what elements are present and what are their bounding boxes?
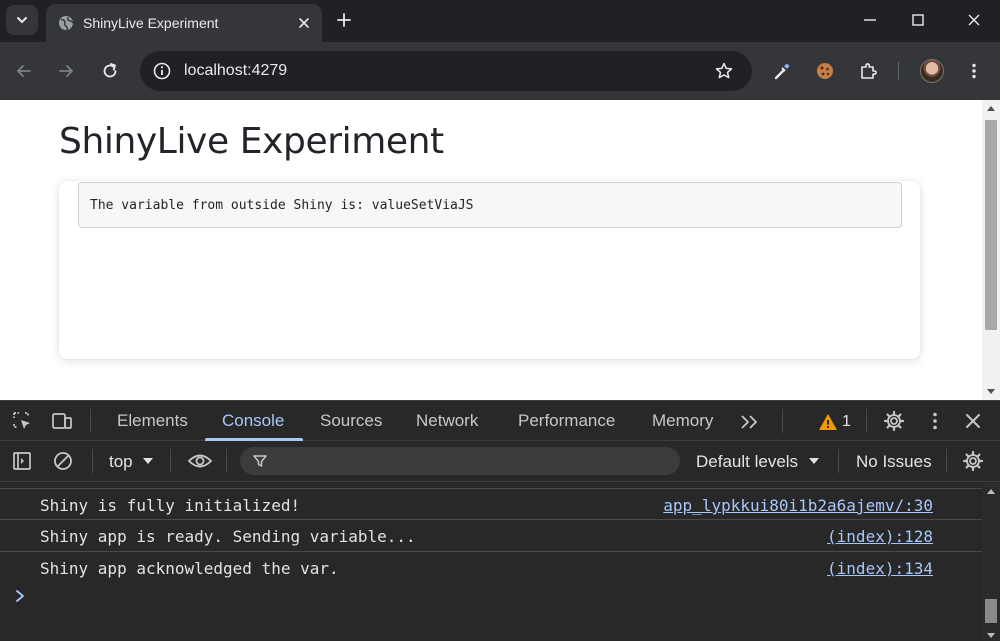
scroll-down-arrow-icon[interactable] — [987, 633, 995, 638]
device-toolbar-icon[interactable] — [51, 410, 73, 432]
console-message-source-link[interactable]: (index):134 — [827, 559, 933, 579]
filterbar-divider — [226, 449, 227, 473]
console-message-text: Shiny app is ready. Sending variable... — [40, 527, 416, 546]
devtools-divider — [782, 409, 783, 433]
console-message-text: Shiny app acknowledged the var. — [40, 559, 339, 578]
scrollbar-thumb[interactable] — [985, 599, 997, 623]
console-message: Shiny app acknowledged the var. (index):… — [0, 552, 982, 584]
tab-search-button[interactable] — [6, 5, 38, 35]
back-icon[interactable] — [14, 61, 34, 81]
chevron-down-icon — [17, 17, 27, 24]
inspect-element-icon[interactable] — [11, 410, 33, 432]
warning-icon[interactable] — [817, 411, 839, 433]
output-card: The variable from outside Shiny is: valu… — [59, 181, 920, 359]
tab-elements[interactable]: Elements — [117, 411, 188, 431]
toolbar-divider — [898, 62, 899, 80]
site-info-icon[interactable] — [152, 61, 172, 81]
new-tab-icon[interactable] — [334, 10, 354, 30]
devtools-tabbar: Elements Console Sources Network Perform… — [0, 401, 1000, 441]
console-settings-gear-icon[interactable] — [962, 450, 984, 472]
more-tabs-chevron-icon[interactable] — [739, 411, 761, 433]
tab-title: ShinyLive Experiment — [83, 15, 219, 31]
devtools-divider — [90, 409, 91, 433]
maximize-icon[interactable] — [908, 10, 928, 30]
filterbar-divider — [946, 449, 947, 473]
console-filterbar: top Default levels No Issues — [0, 441, 1000, 482]
page-title: ShinyLive Experiment — [59, 121, 444, 162]
address-bar[interactable]: localhost:4279 — [140, 51, 752, 91]
console-message-source-link[interactable]: (index):128 — [827, 527, 933, 547]
devtools-panel: Elements Console Sources Network Perform… — [0, 400, 1000, 641]
page-scrollbar[interactable] — [982, 100, 1000, 400]
warning-count[interactable]: 1 — [842, 412, 851, 432]
extensions-puzzle-icon[interactable] — [858, 61, 878, 81]
tab-performance[interactable]: Performance — [518, 411, 615, 431]
close-devtools-icon[interactable] — [962, 410, 984, 432]
close-tab-icon[interactable] — [296, 15, 312, 31]
tab-console[interactable]: Console — [222, 411, 284, 431]
console-message-source-link[interactable]: app_lypkkui80i1b2a6ajemv/:30 — [663, 496, 933, 516]
console-message: Shiny app is ready. Sending variable... … — [0, 520, 982, 552]
scroll-up-arrow-icon[interactable] — [987, 489, 995, 494]
page-viewport: ShinyLive Experiment The variable from o… — [0, 100, 982, 400]
globe-icon — [59, 16, 74, 31]
console-output: Shiny is fully initialized! app_lypkkui8… — [0, 483, 982, 641]
log-levels-dropdown[interactable]: Default levels — [696, 452, 798, 472]
tab-network[interactable]: Network — [416, 411, 478, 431]
tab-sources[interactable]: Sources — [320, 411, 382, 431]
show-sidebar-icon[interactable] — [11, 450, 33, 472]
browser-tab-active[interactable]: ShinyLive Experiment — [46, 4, 322, 42]
cookie-extension-icon[interactable] — [815, 61, 835, 81]
levels-dropdown-caret-icon[interactable] — [806, 451, 822, 471]
console-message: Shiny is fully initialized! app_lypkkui8… — [0, 488, 982, 520]
minimize-icon[interactable] — [860, 10, 880, 30]
browser-tabstrip: ShinyLive Experiment — [0, 0, 1000, 42]
scrollbar-thumb[interactable] — [985, 120, 997, 330]
eyedropper-extension-icon[interactable] — [772, 61, 792, 81]
console-scrollbar[interactable] — [982, 483, 1000, 641]
tab-memory[interactable]: Memory — [652, 411, 713, 431]
address-url: localhost:4279 — [184, 62, 288, 79]
profile-avatar[interactable] — [920, 59, 944, 83]
live-expression-eye-icon[interactable] — [187, 450, 213, 472]
filterbar-divider — [92, 449, 93, 473]
console-prompt-chevron-icon[interactable] — [14, 589, 26, 603]
scroll-up-arrow-icon[interactable] — [987, 106, 995, 111]
context-selector[interactable]: top — [109, 452, 133, 472]
filterbar-divider — [170, 449, 171, 473]
settings-gear-icon[interactable] — [883, 410, 905, 432]
filter-funnel-icon — [253, 455, 267, 467]
devtools-more-options-icon[interactable] — [924, 410, 946, 432]
scroll-down-arrow-icon[interactable] — [987, 389, 995, 394]
browser-toolbar: localhost:4279 — [0, 42, 1000, 100]
filterbar-divider — [838, 449, 839, 473]
context-dropdown-caret-icon[interactable] — [140, 451, 156, 471]
bookmark-star-icon[interactable] — [714, 61, 734, 81]
console-message-text: Shiny is fully initialized! — [40, 496, 301, 515]
console-filter-input[interactable] — [240, 447, 680, 475]
clear-console-icon[interactable] — [52, 450, 74, 472]
reload-icon[interactable] — [100, 61, 120, 81]
chrome-menu-icon[interactable] — [964, 61, 984, 81]
issues-counter[interactable]: No Issues — [856, 452, 932, 472]
devtools-divider — [866, 409, 867, 433]
close-icon[interactable] — [964, 10, 984, 30]
forward-icon[interactable] — [56, 61, 76, 81]
text-output: The variable from outside Shiny is: valu… — [78, 182, 902, 228]
